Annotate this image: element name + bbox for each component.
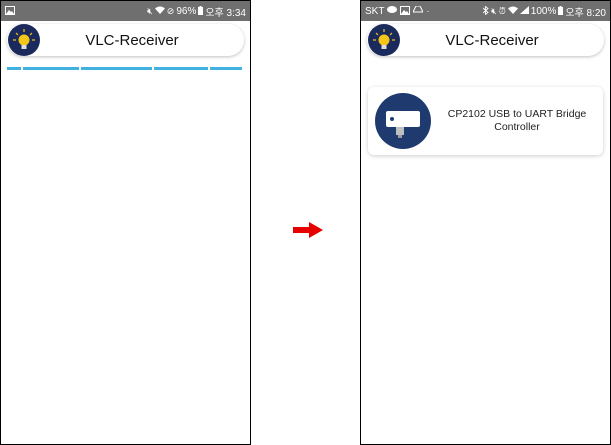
wifi-icon xyxy=(507,6,518,16)
lightbulb-icon xyxy=(368,24,400,56)
gallery-icon xyxy=(5,5,15,17)
clock: 오후 3:34 xyxy=(205,7,246,19)
progress-segment xyxy=(23,67,79,70)
phone-screen-left: 🔇︎ ⊘ 96% 오후 3:34 VLC-Receiver xyxy=(0,0,251,445)
alarm-icon: ⏰︎ xyxy=(498,5,506,16)
battery-percent: 96% xyxy=(176,5,197,17)
battery-icon xyxy=(198,5,204,17)
carrier-label: SKT xyxy=(365,5,385,17)
mute-icon: 🔇︎ xyxy=(491,5,497,16)
bluetooth-icon xyxy=(482,5,489,17)
status-bar: SKT · 🔇︎ ⏰︎ 100% 오후 8:20 xyxy=(361,1,610,21)
drive-icon xyxy=(412,5,425,16)
scan-progress-bar xyxy=(7,67,244,70)
device-list-item[interactable]: CP2102 USB to UART Bridge Controller xyxy=(368,87,603,155)
app-bar: VLC-Receiver xyxy=(7,24,244,56)
progress-segment xyxy=(81,67,152,70)
progress-segment xyxy=(210,67,242,70)
app-bar: VLC-Receiver xyxy=(367,24,604,56)
app-title: VLC-Receiver xyxy=(85,31,179,49)
wifi-icon xyxy=(154,6,165,16)
battery-icon xyxy=(558,5,564,17)
more-notifications-icon: · xyxy=(426,5,430,16)
lightbulb-icon xyxy=(8,24,40,56)
usb-adapter-icon xyxy=(375,93,431,149)
clock: 오후 8:20 xyxy=(565,7,606,19)
battery-percent: 100% xyxy=(530,5,557,17)
app-title: VLC-Receiver xyxy=(445,31,539,49)
signal-icon xyxy=(519,6,529,16)
gallery-icon xyxy=(400,5,411,17)
phone-screen-right: SKT · 🔇︎ ⏰︎ 100% 오후 8:20 VLC-Receiver CP… xyxy=(360,0,611,445)
arrow-right-icon xyxy=(293,222,323,243)
message-icon xyxy=(387,6,398,16)
status-bar: 🔇︎ ⊘ 96% 오후 3:34 xyxy=(1,1,250,21)
progress-segment xyxy=(154,67,208,70)
do-not-disturb-icon: ⊘ xyxy=(166,5,175,16)
progress-segment xyxy=(7,67,21,70)
mute-icon: 🔇︎ xyxy=(147,5,153,16)
device-name: CP2102 USB to UART Bridge Controller xyxy=(447,108,587,133)
